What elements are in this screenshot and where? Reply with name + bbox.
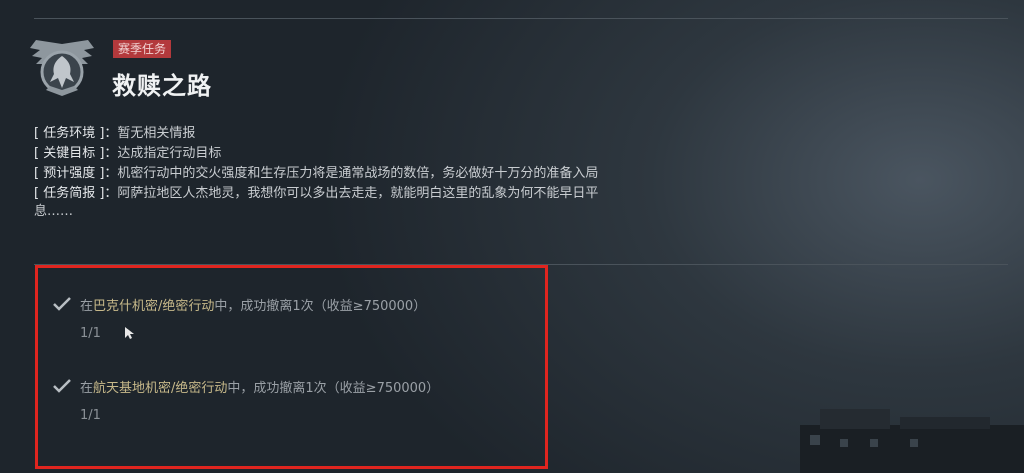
objective-item: 在巴克什机密/绝密行动中，成功撤离1次（收益≥750000） 1/1 [52, 294, 426, 341]
weapon-silhouette-icon [800, 409, 1024, 473]
task-info: [ 任务环境 ]：暂无相关情报 [ 关键目标 ]：达成指定行动目标 [ 预计强度… [34, 124, 734, 220]
info-key: [ 预计强度 ]： [34, 166, 118, 181]
info-key: [ 任务环境 ]： [34, 126, 118, 141]
objective-text: 在航天基地机密/绝密行动中，成功撤离1次（收益≥750000） [80, 380, 440, 396]
info-key: [ 关键目标 ]： [34, 146, 118, 161]
info-key: [ 任务简报 ]： [34, 186, 118, 201]
info-row-intensity: [ 预计强度 ]：机密行动中的交火强度和生存压力将是通常战场的数倍，务必做好十万… [34, 164, 734, 184]
info-value: 机密行动中的交火强度和生存压力将是通常战场的数倍，务必做好十万分的准备入局 [117, 166, 599, 181]
info-row-environment: [ 任务环境 ]：暂无相关情报 [34, 124, 734, 144]
checkmark-icon [53, 379, 71, 393]
objective-text: 在巴克什机密/绝密行动中，成功撤离1次（收益≥750000） [80, 298, 427, 314]
info-value: 达成指定行动目标 [117, 146, 222, 161]
checkmark-icon [53, 297, 71, 311]
top-divider [34, 18, 1008, 19]
objective-item: 在航天基地机密/绝密行动中，成功撤离1次（收益≥750000） 1/1 [52, 376, 439, 423]
info-briefing-continuation: 息…… [34, 204, 74, 219]
objective-progress: 1/1 [80, 408, 101, 423]
season-task-tag: 赛季任务 [113, 40, 172, 58]
info-row-briefing: [ 任务简报 ]：阿萨拉地区人杰地灵，我想你可以多出去走走，就能明白这里的乱象为… [34, 184, 734, 204]
info-value: 暂无相关情报 [117, 126, 196, 141]
task-title: 救赎之路 [112, 72, 212, 100]
info-value: 阿萨拉地区人杰地灵，我想你可以多出去走走，就能明白这里的乱象为何不能早日平 [117, 186, 599, 201]
mouse-cursor-icon [125, 327, 134, 339]
winged-eagle-emblem-icon [30, 40, 94, 96]
info-row-objective: [ 关键目标 ]：达成指定行动目标 [34, 144, 734, 164]
